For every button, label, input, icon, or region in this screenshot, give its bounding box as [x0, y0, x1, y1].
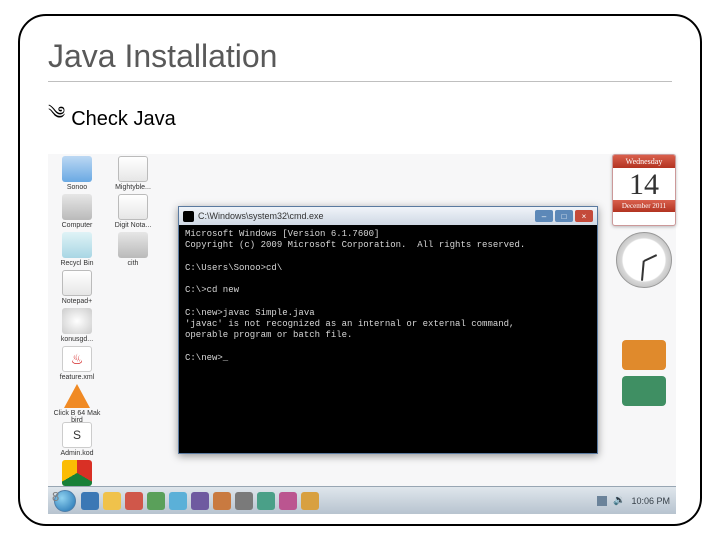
slide-title: Java Installation	[48, 38, 672, 75]
desktop-shortcut[interactable]: Sonoo	[50, 156, 104, 191]
cmd-title-text: C:\Windows\system32\cmd.exe	[198, 211, 324, 221]
cmd-icon	[183, 211, 194, 222]
slide-frame: Java Installation ༄ Check Java Wednesday…	[18, 14, 702, 526]
taskbar-app-button[interactable]	[103, 492, 121, 510]
desktop-shortcut[interactable]: Recycl Bin	[50, 232, 104, 267]
taskbar-app-button[interactable]	[191, 492, 209, 510]
taskbar[interactable]: 🔉 10:06 PM	[48, 486, 676, 514]
taskbar-app-button[interactable]	[125, 492, 143, 510]
network-icon[interactable]	[597, 496, 607, 506]
shortcut-label: Admin.kod	[50, 450, 104, 457]
desktop-shortcut[interactable]: Mightyble...	[106, 156, 160, 191]
taskbar-app-button[interactable]	[279, 492, 297, 510]
title-divider	[48, 81, 672, 82]
shortcut-icon	[62, 232, 92, 258]
shortcut-label: Recycl Bin	[50, 260, 104, 267]
window-minimize-button[interactable]: –	[535, 210, 553, 222]
calendar-day: 14	[613, 168, 675, 200]
taskbar-app-button[interactable]	[147, 492, 165, 510]
desktop-shortcut[interactable]: Computer	[50, 194, 104, 229]
calendar-month-year: December 2011	[613, 200, 675, 212]
shortcut-label: Digit Nota...	[106, 222, 160, 229]
shortcut-icon: ♨	[62, 346, 92, 372]
shortcut-icon	[62, 156, 92, 182]
shortcut-icon	[118, 156, 148, 182]
bullet-glyph-icon: ༄	[48, 94, 65, 144]
taskbar-app-button[interactable]	[213, 492, 231, 510]
desktop-shortcut[interactable]: Click B 64 Mak bird	[50, 384, 104, 424]
desktop-screenshot: Wednesday 14 December 2011 C:\Windows\sy…	[48, 154, 676, 514]
shortcut-label: Computer	[50, 222, 104, 229]
window-maximize-button[interactable]: □	[555, 210, 573, 222]
shortcut-label: feature.xml	[50, 374, 104, 381]
shortcut-label: konusgd...	[50, 336, 104, 343]
cmd-output[interactable]: Microsoft Windows [Version 6.1.7600] Cop…	[179, 225, 597, 368]
shortcut-icon: S	[62, 422, 92, 448]
shortcut-icon	[62, 460, 92, 486]
bullet-row: ༄ Check Java	[48, 94, 672, 144]
taskbar-app-button[interactable]	[169, 492, 187, 510]
shortcut-icon	[62, 308, 92, 334]
calendar-gadget: Wednesday 14 December 2011	[612, 154, 676, 226]
desktop-shortcut[interactable]: S Admin.kod	[50, 422, 104, 457]
shortcut-icon	[62, 270, 92, 296]
desktop-shortcut[interactable]: Notepad+	[50, 270, 104, 305]
cmd-window[interactable]: C:\Windows\system32\cmd.exe – □ × Micros…	[178, 206, 598, 454]
desktop-shortcut[interactable]: konusgd...	[50, 308, 104, 343]
shortcut-label: cith	[106, 260, 160, 267]
taskbar-app-button[interactable]	[257, 492, 275, 510]
shortcut-label: Notepad+	[50, 298, 104, 305]
taskbar-app-button[interactable]	[235, 492, 253, 510]
desktop-shortcut[interactable]: cith	[106, 232, 160, 267]
shortcut-label: Sonoo	[50, 184, 104, 191]
tray-clock[interactable]: 10:06 PM	[631, 496, 670, 506]
gadget-green	[622, 376, 666, 406]
volume-icon[interactable]: 🔉	[613, 495, 625, 506]
shortcut-label: Mightyble...	[106, 184, 160, 191]
clock-gadget	[616, 232, 672, 288]
taskbar-pinned-apps[interactable]	[81, 492, 319, 510]
gadget-orange	[622, 340, 666, 370]
system-tray[interactable]: 🔉 10:06 PM	[597, 495, 670, 506]
window-close-button[interactable]: ×	[575, 210, 593, 222]
shortcut-icon	[64, 384, 90, 408]
taskbar-app-button[interactable]	[301, 492, 319, 510]
desktop-shortcut[interactable]: ♨ feature.xml	[50, 346, 104, 381]
shortcut-icon	[62, 194, 92, 220]
page-number: 8	[52, 489, 59, 504]
shortcut-icon	[118, 194, 148, 220]
taskbar-app-button[interactable]	[81, 492, 99, 510]
cmd-titlebar[interactable]: C:\Windows\system32\cmd.exe – □ ×	[179, 207, 597, 225]
calendar-weekday: Wednesday	[613, 155, 675, 168]
bullet-text: Check Java	[71, 108, 176, 131]
desktop-shortcut[interactable]: Digit Nota...	[106, 194, 160, 229]
shortcut-icon	[118, 232, 148, 258]
